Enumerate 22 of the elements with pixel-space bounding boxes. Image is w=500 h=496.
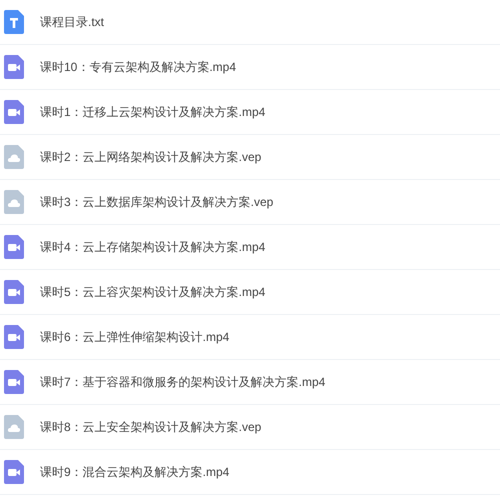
file-name[interactable]: 课时5：云上容灾架构设计及解决方案.mp4 <box>40 283 266 301</box>
file-name[interactable]: 课程目录.txt <box>40 13 104 31</box>
cloud-file-icon <box>4 415 24 439</box>
video-file-icon <box>4 280 24 304</box>
cloud-file-icon <box>4 190 24 214</box>
video-file-icon <box>4 55 24 79</box>
cloud-file-icon <box>4 145 24 169</box>
file-name[interactable]: 课时4：云上存储架构设计及解决方案.mp4 <box>40 238 266 256</box>
text-file-icon <box>4 10 24 34</box>
video-file-icon <box>4 235 24 259</box>
video-file-icon <box>4 370 24 394</box>
file-name[interactable]: 课时6：云上弹性伸缩架构设计.mp4 <box>40 328 230 346</box>
video-file-icon <box>4 325 24 349</box>
file-name[interactable]: 课时10：专有云架构及解决方案.mp4 <box>40 58 236 76</box>
file-name[interactable]: 课时7：基于容器和微服务的架构设计及解决方案.mp4 <box>40 373 326 391</box>
file-name[interactable]: 课时9：混合云架构及解决方案.mp4 <box>40 463 230 481</box>
video-file-icon <box>4 460 24 484</box>
file-name[interactable]: 课时1：迁移上云架构设计及解决方案.mp4 <box>40 103 266 121</box>
video-file-icon <box>4 100 24 124</box>
file-name[interactable]: 课时8：云上安全架构设计及解决方案.vep <box>40 418 262 436</box>
file-name[interactable]: 课时2：云上网络架构设计及解决方案.vep <box>40 148 262 166</box>
file-name[interactable]: 课时3：云上数据库架构设计及解决方案.vep <box>40 193 274 211</box>
